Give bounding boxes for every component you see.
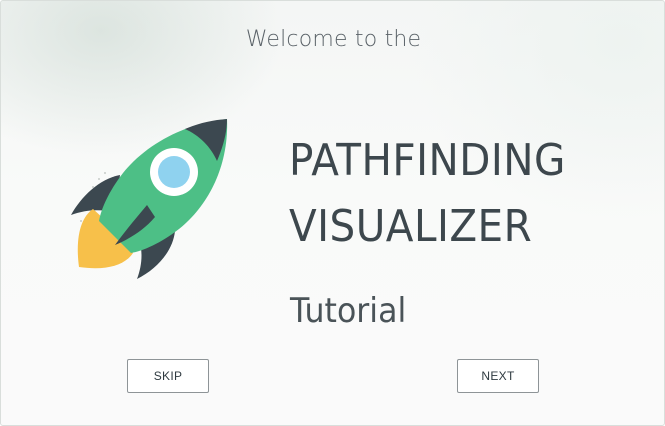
app-title-line-2: VISUALIZER (289, 201, 533, 252)
app-title-line-1: PATHFINDING (289, 135, 566, 186)
next-button[interactable]: NEXT (457, 359, 539, 393)
tutorial-modal: Welcome to the PATHFINDING VISUALIZER Tu… (0, 0, 665, 426)
rocket-window-glass (158, 156, 190, 188)
skip-button[interactable]: SKIP (127, 359, 209, 393)
welcome-text: Welcome to the (245, 27, 422, 52)
tutorial-subtitle: Tutorial (290, 291, 407, 331)
rocket-icon (71, 119, 228, 279)
